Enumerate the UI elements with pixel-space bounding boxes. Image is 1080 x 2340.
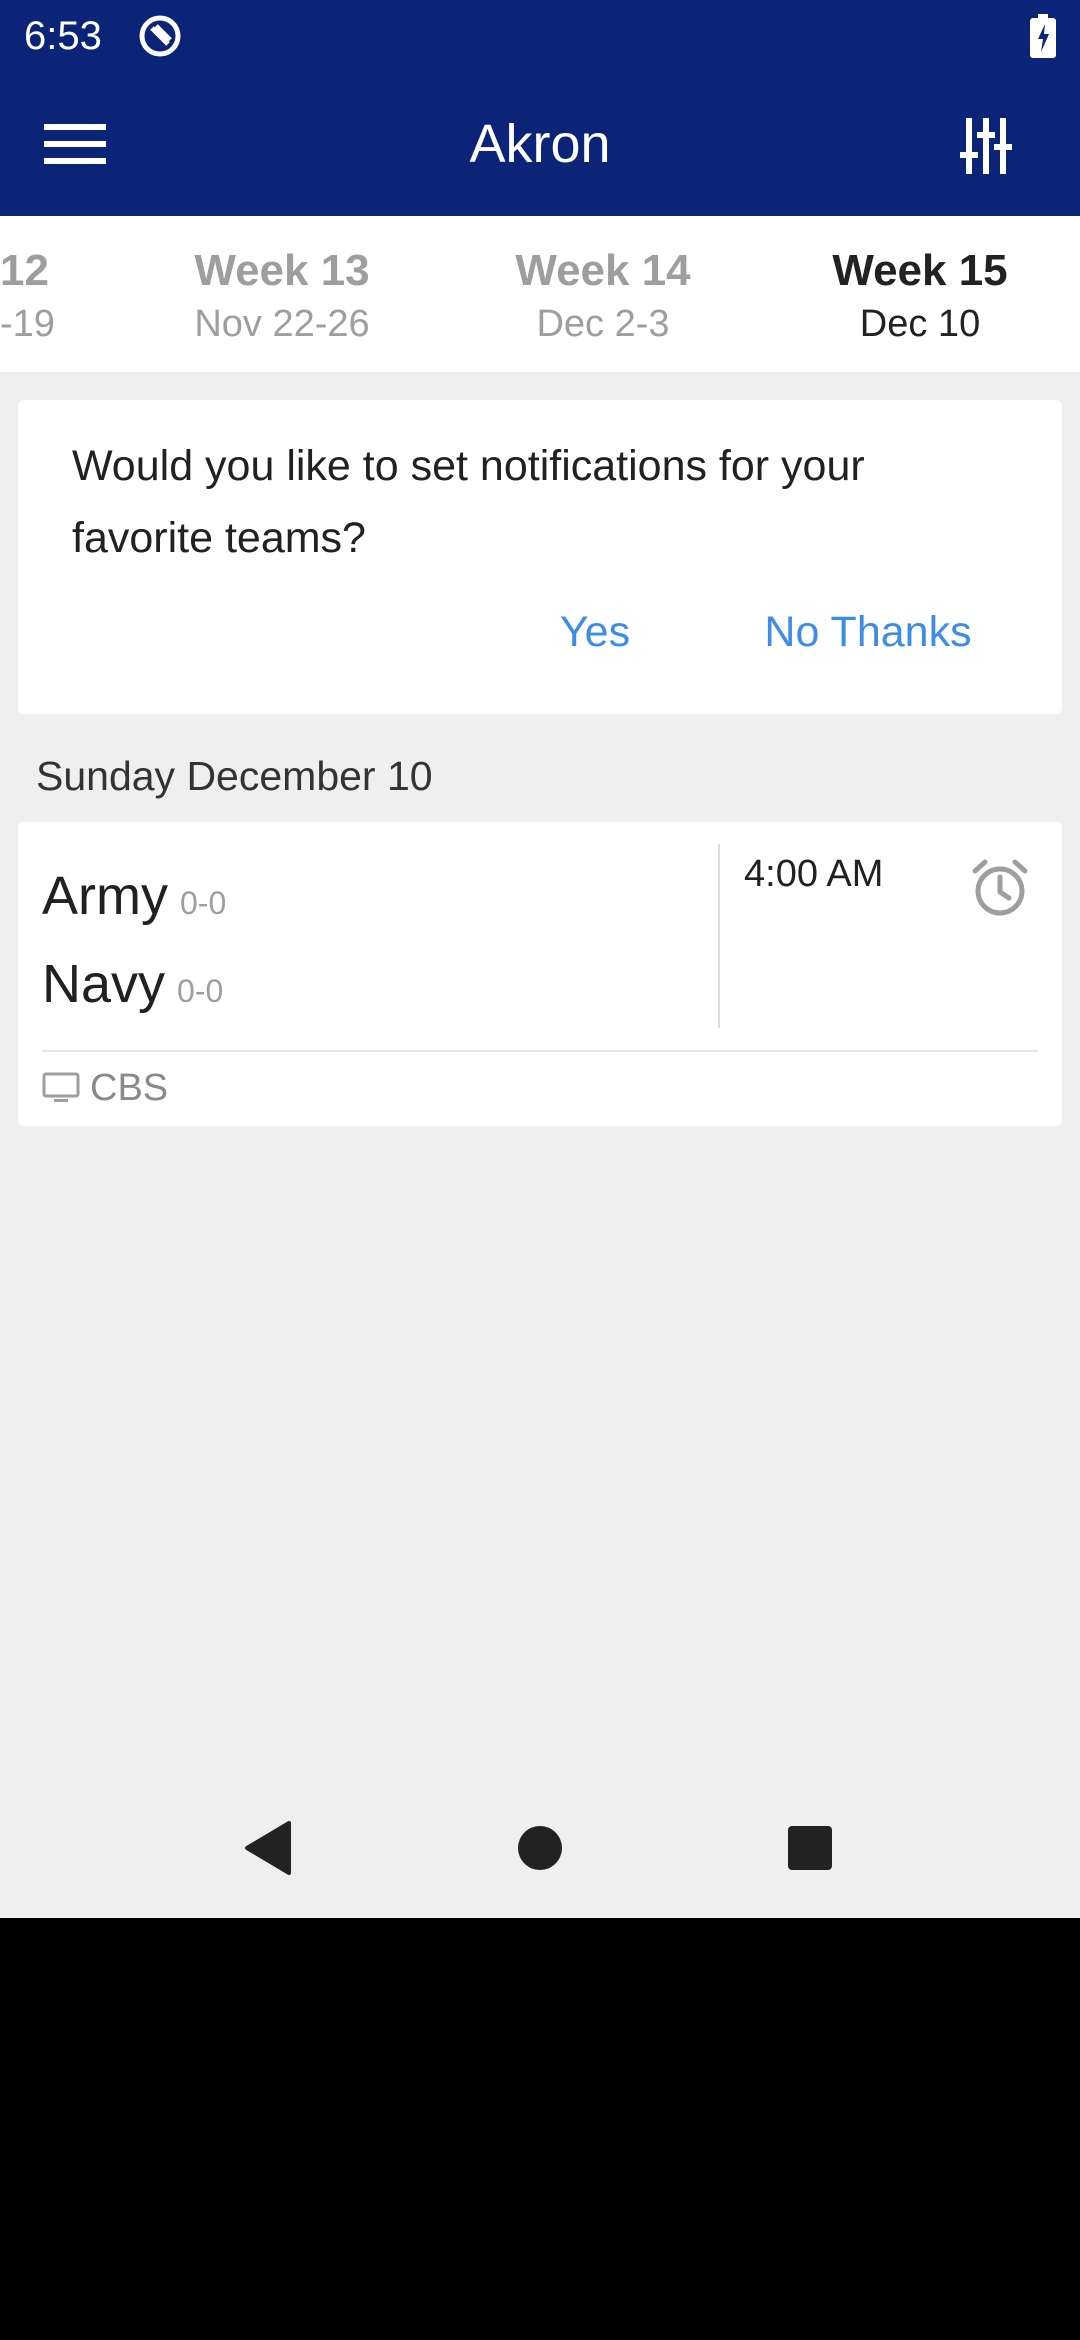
home-button[interactable] (502, 1810, 578, 1886)
back-button[interactable] (230, 1810, 306, 1886)
no-thanks-button[interactable]: No Thanks (748, 596, 988, 668)
tab-week-13[interactable]: Week 13 Nov 22-26 (182, 244, 382, 350)
tab-week-14[interactable]: Week 14 Dec 2-3 (503, 244, 703, 350)
letterbox-area (0, 1918, 1080, 2340)
game-time: 4:00 AM (744, 853, 884, 895)
filter-button[interactable] (944, 108, 1028, 184)
recents-button[interactable] (772, 1810, 848, 1886)
page-title: Akron (469, 114, 611, 174)
away-team-row: Army 0-0 (42, 864, 226, 935)
status-bar: 6:53 (0, 0, 1080, 72)
home-team-record: 0-0 (177, 973, 224, 1009)
away-team-name: Army (42, 866, 168, 926)
away-team-record: 0-0 (179, 885, 227, 921)
home-icon (518, 1826, 562, 1870)
day-header: Sunday December 10 (36, 753, 433, 799)
week-tabs: 12 -19 Week 13 Nov 22-26 Week 14 Dec 2-3… (0, 216, 1080, 372)
vertical-divider (718, 844, 720, 1028)
recents-icon (788, 1826, 832, 1870)
yes-button[interactable]: Yes (538, 596, 652, 668)
app-screen: 6:53 Akron 12 -19 Week 13 Nov 22-26 Week… (0, 0, 1080, 1918)
tv-icon (42, 1072, 80, 1102)
tab-week-15[interactable]: Week 15 Dec 10 (820, 244, 1020, 350)
alarm-button[interactable] (962, 850, 1038, 926)
system-nav-bar (0, 1788, 1080, 1908)
notification-message: Would you like to set notifications for … (72, 442, 865, 562)
home-team-name: Navy (42, 954, 166, 1014)
app-status-icon (139, 15, 181, 57)
back-icon (245, 1821, 291, 1875)
filter-sliders-icon (960, 118, 1012, 174)
game-card[interactable]: Army 0-0 Navy 0-0 4:00 AM CBS (18, 822, 1062, 1126)
notification-prompt-card: Would you like to set notifications for … (18, 400, 1062, 714)
alarm-icon (972, 859, 1028, 916)
tab-week-12[interactable]: 12 -19 (0, 244, 55, 350)
tv-network: CBS (90, 1067, 169, 1109)
app-bar: Akron (0, 72, 1080, 216)
horizontal-divider (42, 1050, 1038, 1052)
status-time: 6:53 (24, 14, 102, 58)
battery-charging-icon (1030, 14, 1056, 58)
home-team-row: Navy 0-0 (42, 952, 223, 1023)
